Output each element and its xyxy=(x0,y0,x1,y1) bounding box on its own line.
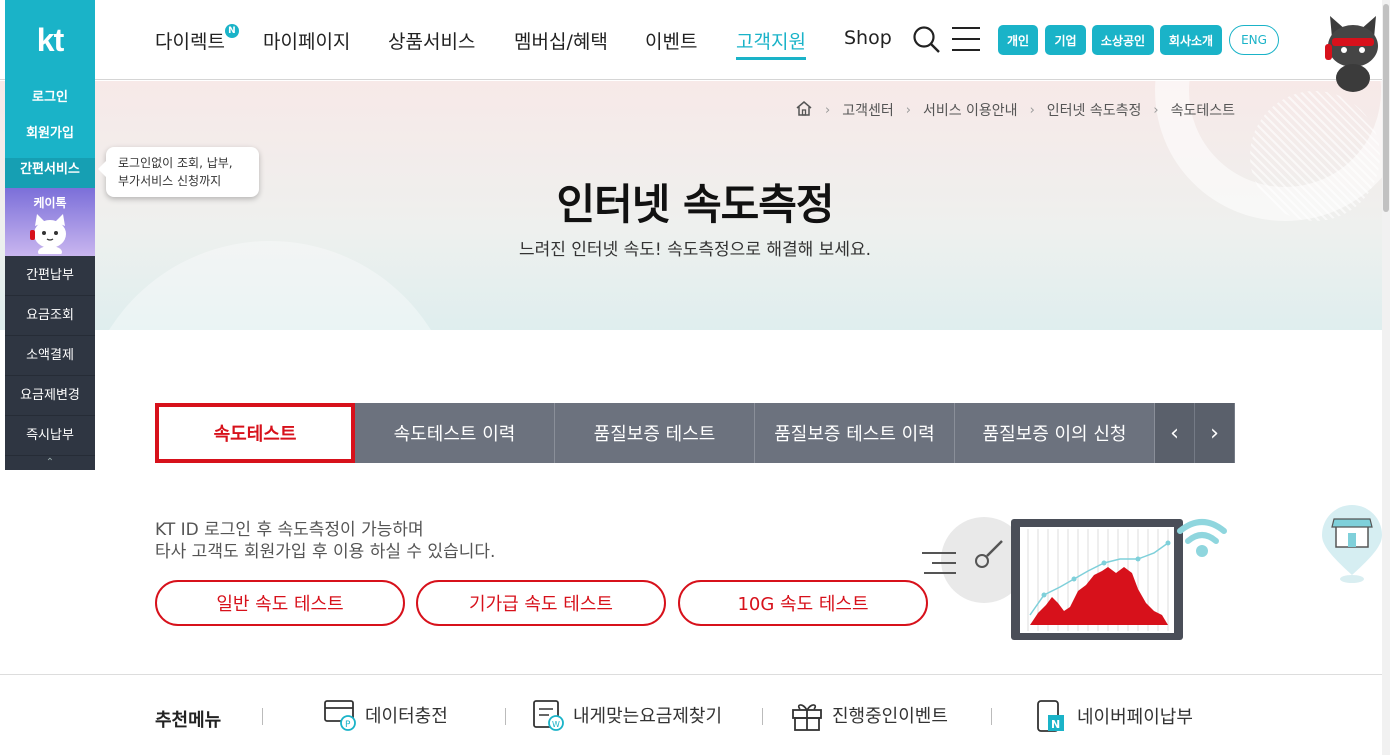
rec-label: 데이터충전 xyxy=(365,706,448,727)
speed-test-info: KT ID 로그인 후 속도측정이 가능하며 타사 고객도 회원가입 후 이용 … xyxy=(155,519,495,563)
nav-shop[interactable]: Shop xyxy=(844,27,892,49)
nav-membership[interactable]: 멤버십/혜택 xyxy=(514,27,608,54)
kt-logo[interactable]: kt xyxy=(5,0,95,80)
quick-bill-inquiry[interactable]: 요금조회 xyxy=(5,296,95,336)
nav-products[interactable]: 상품서비스 xyxy=(388,27,475,54)
rec-label: 네이버페이납부 xyxy=(1077,707,1193,728)
ktalk-label: 케이톡 xyxy=(33,196,67,210)
chevron-right-icon: › xyxy=(825,102,831,118)
rec-label: 내게맞는요금제찾기 xyxy=(573,706,723,727)
divider xyxy=(505,708,506,725)
tooltip-line: 부가서비스 신청까지 xyxy=(118,174,222,188)
home-icon[interactable] xyxy=(795,100,813,120)
tab-quality-objection[interactable]: 품질보증 이의 신청 xyxy=(955,403,1155,463)
rec-ongoing-event[interactable]: 진행중인이벤트 xyxy=(790,699,948,731)
tooltip-line: 로그인없이 조회, 납부, xyxy=(118,156,233,170)
segment-company[interactable]: 회사소개 xyxy=(1160,25,1222,55)
chevron-right-icon: › xyxy=(1153,102,1159,118)
rec-find-plan[interactable]: W 내게맞는요금제찾기 xyxy=(531,699,722,731)
new-badge: N xyxy=(224,24,239,38)
quick-menu: 로그인 회원가입 간편서비스 케이톡 간편납부 요금조회 소액결제 요금제변경 … xyxy=(5,80,95,470)
segment-business[interactable]: 기업 xyxy=(1045,25,1086,55)
language-eng[interactable]: ENG xyxy=(1229,25,1279,55)
segment-small-business[interactable]: 소상공인 xyxy=(1092,25,1154,55)
breadcrumb-item[interactable]: 인터넷 속도측정 xyxy=(1047,100,1142,120)
hero-banner: › 고객센터 › 서비스 이용안내 › 인터넷 속도측정 › 속도테스트 인터넷… xyxy=(0,81,1390,330)
gift-icon xyxy=(792,704,822,731)
info-line: KT ID 로그인 후 속도측정이 가능하며 xyxy=(155,520,424,540)
page-subtitle: 느려진 인터넷 속도! 속도측정으로 해결해 보세요. xyxy=(518,240,872,260)
recommend-title: 추천메뉴 xyxy=(155,710,222,731)
plan-finder-icon: W xyxy=(533,700,564,731)
scrollbar[interactable] xyxy=(1382,0,1390,755)
chevron-right-icon: › xyxy=(905,102,911,118)
nav-mypage[interactable]: 마이페이지 xyxy=(263,27,350,54)
easy-service-tooltip: 로그인없이 조회, 납부, 부가서비스 신청까지 xyxy=(98,147,259,197)
breadcrumb-item[interactable]: 서비스 이용안내 xyxy=(923,100,1018,120)
speed-tabs: 속도테스트 속도테스트 이력 품질보증 테스트 품질보증 테스트 이력 품질보증… xyxy=(155,403,1235,463)
speed-graph-illustration xyxy=(922,517,1227,640)
store-location-icon[interactable] xyxy=(1320,505,1384,587)
header: kt 다이렉트 N 마이페이지 상품서비스 멤버십/혜택 이벤트 고객지원 Sho… xyxy=(0,0,1390,80)
chevron-left-icon[interactable]: ‹ xyxy=(1155,403,1195,463)
search-icon[interactable] xyxy=(912,25,942,55)
quick-easy-payment[interactable]: 간편납부 xyxy=(5,256,95,296)
nav-support[interactable]: 고객지원 xyxy=(736,27,806,60)
10g-speed-test-button[interactable]: 10G 속도 테스트 xyxy=(678,580,928,626)
tab-speed-test[interactable]: 속도테스트 xyxy=(155,403,355,463)
quick-instant-payment[interactable]: 즉시납부 xyxy=(5,416,95,456)
svg-text:N: N xyxy=(1051,718,1060,731)
svg-text:W: W xyxy=(552,720,560,729)
normal-speed-test-button[interactable]: 일반 속도 테스트 xyxy=(155,580,405,626)
tab-quality-test-history[interactable]: 품질보증 테스트 이력 xyxy=(755,403,955,463)
hamburger-menu-icon[interactable] xyxy=(952,27,980,53)
tab-speed-test-history[interactable]: 속도테스트 이력 xyxy=(355,403,555,463)
naverpay-icon: N xyxy=(1037,700,1064,732)
divider xyxy=(262,708,263,725)
chevron-right-icon: › xyxy=(1029,102,1035,118)
breadcrumb-current: 속도테스트 xyxy=(1170,103,1235,119)
page: kt 다이렉트 N 마이페이지 상품서비스 멤버십/혜택 이벤트 고객지원 Sho… xyxy=(0,0,1390,755)
nav-direct[interactable]: 다이렉트 N xyxy=(155,24,239,54)
recommend-menu: 추천메뉴 P 데이터충전 W 내게맞는요금제찾기 진행중인이벤트 N 네이버페이… xyxy=(0,674,1390,755)
quick-signup[interactable]: 회원가입 xyxy=(5,122,95,158)
tab-quality-test[interactable]: 품질보증 테스트 xyxy=(555,403,755,463)
info-line: 타사 고객도 회원가입 후 이용 하실 수 있습니다. xyxy=(155,542,496,562)
segment-personal[interactable]: 개인 xyxy=(998,25,1038,55)
chevron-up-icon[interactable]: ⌃ xyxy=(5,456,95,470)
breadcrumb: › 고객센터 › 서비스 이용안내 › 인터넷 속도측정 › 속도테스트 xyxy=(795,100,1235,120)
giga-speed-test-button[interactable]: 기가급 속도 테스트 xyxy=(416,580,666,626)
ktalk-mascot-icon xyxy=(30,214,66,254)
chevron-right-icon[interactable]: › xyxy=(1195,403,1235,463)
quick-login[interactable]: 로그인 xyxy=(5,86,95,122)
rec-naverpay[interactable]: N 네이버페이납부 xyxy=(1035,699,1193,733)
nav-event[interactable]: 이벤트 xyxy=(645,27,697,54)
rec-label: 진행중인이벤트 xyxy=(832,706,948,727)
quick-plan-change[interactable]: 요금제변경 xyxy=(5,376,95,416)
data-charge-icon: P xyxy=(324,700,356,731)
breadcrumb-item[interactable]: 고객센터 xyxy=(842,100,894,120)
quick-micropayment[interactable]: 소액결제 xyxy=(5,336,95,376)
ktalk-button[interactable]: 케이톡 xyxy=(5,188,95,256)
ktalk-cat-mascot-icon[interactable] xyxy=(1322,12,1384,94)
svg-text:P: P xyxy=(345,720,351,730)
rec-data-charge[interactable]: P 데이터충전 xyxy=(323,699,448,731)
divider xyxy=(762,708,763,725)
divider xyxy=(991,708,992,725)
